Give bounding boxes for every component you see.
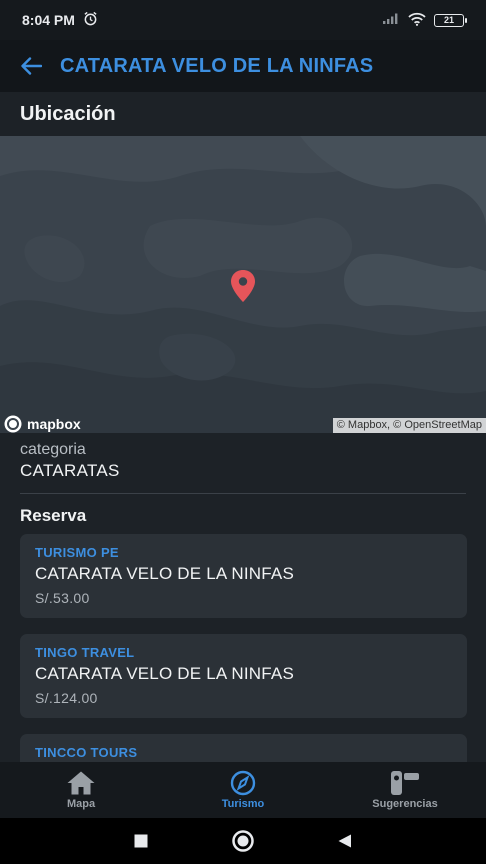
reservation-card-tingo-travel[interactable]: TINGO TRAVEL CATARATA VELO DE LA NINFAS … (20, 634, 467, 718)
nav-item-sugerencias[interactable]: Sugerencias (324, 762, 486, 818)
card-agency: TURISMO PE (35, 545, 119, 560)
page-title: CATARATA VELO DE LA NINFAS (60, 54, 374, 77)
card-price: S/.53.00 (35, 590, 90, 606)
home-icon (67, 771, 95, 795)
location-pin-icon[interactable] (225, 268, 261, 304)
card-agency: TINGO TRAVEL (35, 645, 135, 660)
card-tour-name: CATARATA VELO DE LA NINFAS (35, 664, 295, 683)
reservation-card-turismo-pe[interactable]: TURISMO PE CATARATA VELO DE LA NINFAS S/… (20, 534, 467, 618)
map-attribution[interactable]: © Mapbox, © OpenStreetMap (332, 418, 486, 433)
nav-label-mapa: Mapa (66, 798, 96, 810)
status-time: 8:04 PM (22, 12, 75, 28)
reserva-section-title: Reserva (20, 506, 87, 525)
wifi-icon (408, 12, 426, 29)
nav-item-mapa[interactable]: Mapa (0, 762, 162, 818)
app-bar: CATARATA VELO DE LA NINFAS (0, 40, 486, 92)
system-navigation-bar (0, 818, 486, 864)
recents-square-icon[interactable] (133, 833, 149, 849)
status-bar: 8:04 PM 21 (0, 0, 486, 40)
category-value: CATARATAS (20, 461, 120, 480)
category-label: categoria (20, 441, 86, 458)
compass-icon (230, 770, 256, 796)
back-triangle-icon[interactable] (337, 833, 353, 849)
card-tour-name: CATARATA VELO DE LA NINFAS (35, 564, 295, 583)
signal-icon (382, 12, 400, 28)
mapbox-logo-text: mapbox (27, 416, 81, 432)
home-circle-icon[interactable] (231, 829, 255, 853)
nav-label-sugerencias: Sugerencias (372, 798, 438, 810)
map-view[interactable] (0, 136, 486, 433)
battery-level: 21 (443, 15, 454, 25)
battery-icon: 21 (434, 13, 467, 27)
bottom-navigation: Mapa Turismo Sugerencias (0, 762, 486, 818)
card-agency: TINCCO TOURS (35, 745, 138, 760)
nav-label-turismo: Turismo (221, 798, 265, 810)
alarm-icon (83, 11, 98, 29)
mapbox-logo: mapbox (3, 414, 81, 434)
suggestions-icon (391, 771, 419, 795)
back-arrow-icon[interactable] (18, 53, 44, 79)
divider (20, 493, 466, 494)
nav-item-turismo[interactable]: Turismo (162, 762, 324, 818)
mapbox-logo-icon (4, 415, 22, 433)
location-section-title: Ubicación (20, 103, 116, 125)
card-price: S/.124.00 (35, 690, 98, 706)
